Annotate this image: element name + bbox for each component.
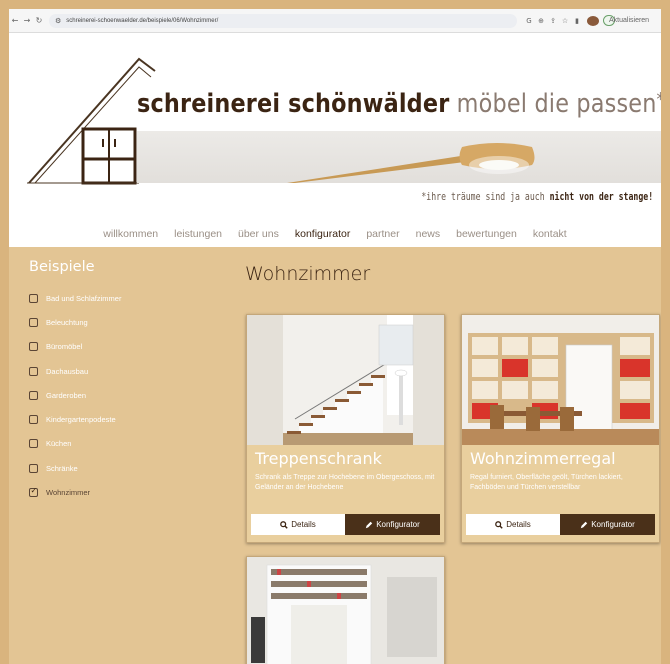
address-bar[interactable]: ⚙ schreinerei-schoenwaelder.de/beispiele…: [49, 13, 517, 28]
url-text: schreinerei-schoenwaelder.de/beispiele/0…: [66, 17, 219, 24]
google-icon[interactable]: G: [523, 17, 535, 25]
product-card[interactable]: Treppenschrank Schrank als Treppe zur Ho…: [246, 314, 445, 543]
brand-name[interactable]: schreinerei schönwälder möbel die passen…: [137, 89, 661, 119]
lamp-illustration: [287, 143, 535, 183]
category-item-dachausbau[interactable]: Dachausbau: [29, 359, 121, 383]
main-menu: willkommen leistungen über uns konfigura…: [9, 221, 661, 247]
menu-item-news[interactable]: news: [416, 228, 441, 240]
zoom-icon[interactable]: ⊕: [535, 17, 547, 25]
checkbox-icon[interactable]: [29, 342, 38, 352]
page-title: Wohnzimmer: [245, 263, 371, 285]
avatar[interactable]: [587, 15, 599, 26]
category-item-bueromoebel[interactable]: Büromöbel: [29, 335, 121, 359]
checkbox-icon[interactable]: [29, 390, 38, 400]
search-icon: [495, 520, 503, 529]
menu-item-kontakt[interactable]: kontakt: [533, 228, 567, 240]
category-item-garderoben[interactable]: Garderoben: [29, 383, 121, 407]
back-icon[interactable]: ←: [9, 16, 21, 25]
pencil-icon: [581, 521, 588, 528]
forward-icon[interactable]: →: [21, 16, 33, 25]
checkbox-checked-icon[interactable]: [29, 486, 38, 498]
checkbox-icon[interactable]: [29, 366, 38, 376]
category-item-wohnzimmer[interactable]: Wohnzimmer: [29, 480, 121, 504]
checkbox-icon[interactable]: [29, 415, 38, 425]
configurator-button[interactable]: Konfigurator: [345, 514, 440, 535]
browser-toolbar: ← → ↻ ⚙ schreinerei-schoenwaelder.de/bei…: [9, 9, 661, 33]
card-description: Schrank als Treppe zur Hochebene im Ober…: [255, 474, 435, 491]
browser-frame: ← → ↻ ⚙ schreinerei-schoenwaelder.de/bei…: [9, 9, 661, 664]
card-title: Wohnzimmerregal: [470, 449, 616, 468]
menu-item-ueber-uns[interactable]: über uns: [238, 228, 279, 240]
menu-item-konfigurator[interactable]: konfigurator: [295, 228, 350, 240]
reload-icon[interactable]: ↻: [33, 16, 45, 25]
sidebar-title: Beispiele: [29, 259, 95, 275]
menu-item-partner[interactable]: partner: [366, 228, 399, 240]
search-icon: [280, 520, 288, 529]
site-info-icon[interactable]: ⚙: [55, 17, 61, 25]
details-button[interactable]: Details: [251, 514, 345, 535]
card-description: Regal furniert, Oberfläche geölt, Türche…: [470, 474, 623, 491]
living-room-shelf-photo[interactable]: [462, 315, 659, 445]
menu-item-leistungen[interactable]: leistungen: [174, 228, 222, 240]
sidepanel-icon[interactable]: ▮: [571, 17, 583, 25]
menu-item-willkommen[interactable]: willkommen: [103, 228, 158, 240]
bookshelf-wall-photo[interactable]: [247, 557, 444, 664]
details-button[interactable]: Details: [466, 514, 560, 535]
pencil-icon: [366, 521, 373, 528]
star-icon[interactable]: ☆: [559, 17, 571, 25]
category-item-beleuchtung[interactable]: Beleuchtung: [29, 310, 121, 334]
category-item-kuechen[interactable]: Küchen: [29, 432, 121, 456]
card-buttons: Details Konfigurator: [466, 514, 655, 535]
update-button[interactable]: Aktualisieren: [603, 15, 649, 26]
checkbox-icon[interactable]: [29, 439, 38, 449]
staircase-cabinet-photo[interactable]: [247, 315, 444, 445]
product-card[interactable]: Wohnzimmerregal Regal furniert, Oberfläc…: [461, 314, 660, 543]
card-title: Treppenschrank: [255, 449, 382, 468]
site-header: schreinerei schönwälder möbel die passen…: [9, 33, 661, 235]
share-icon[interactable]: ⇪: [547, 17, 559, 25]
checkbox-icon[interactable]: [29, 317, 38, 327]
category-item-kindergartenpodeste[interactable]: Kindergartenpodeste: [29, 407, 121, 431]
card-buttons: Details Konfigurator: [251, 514, 440, 535]
menu-item-bewertungen[interactable]: bewertungen: [456, 228, 517, 240]
checkbox-icon[interactable]: [29, 463, 38, 473]
category-list: Bad und Schlafzimmer Beleuchtung Büromöb…: [29, 286, 121, 505]
category-item-schraenke[interactable]: Schränke: [29, 456, 121, 480]
hero-lamp-image: [137, 131, 661, 183]
configurator-button[interactable]: Konfigurator: [560, 514, 655, 535]
product-card[interactable]: [246, 556, 445, 664]
slogan: *ihre träume sind ja auch nicht von der …: [421, 191, 653, 203]
category-item-bad[interactable]: Bad und Schlafzimmer: [29, 286, 121, 310]
checkbox-icon[interactable]: [29, 293, 38, 303]
